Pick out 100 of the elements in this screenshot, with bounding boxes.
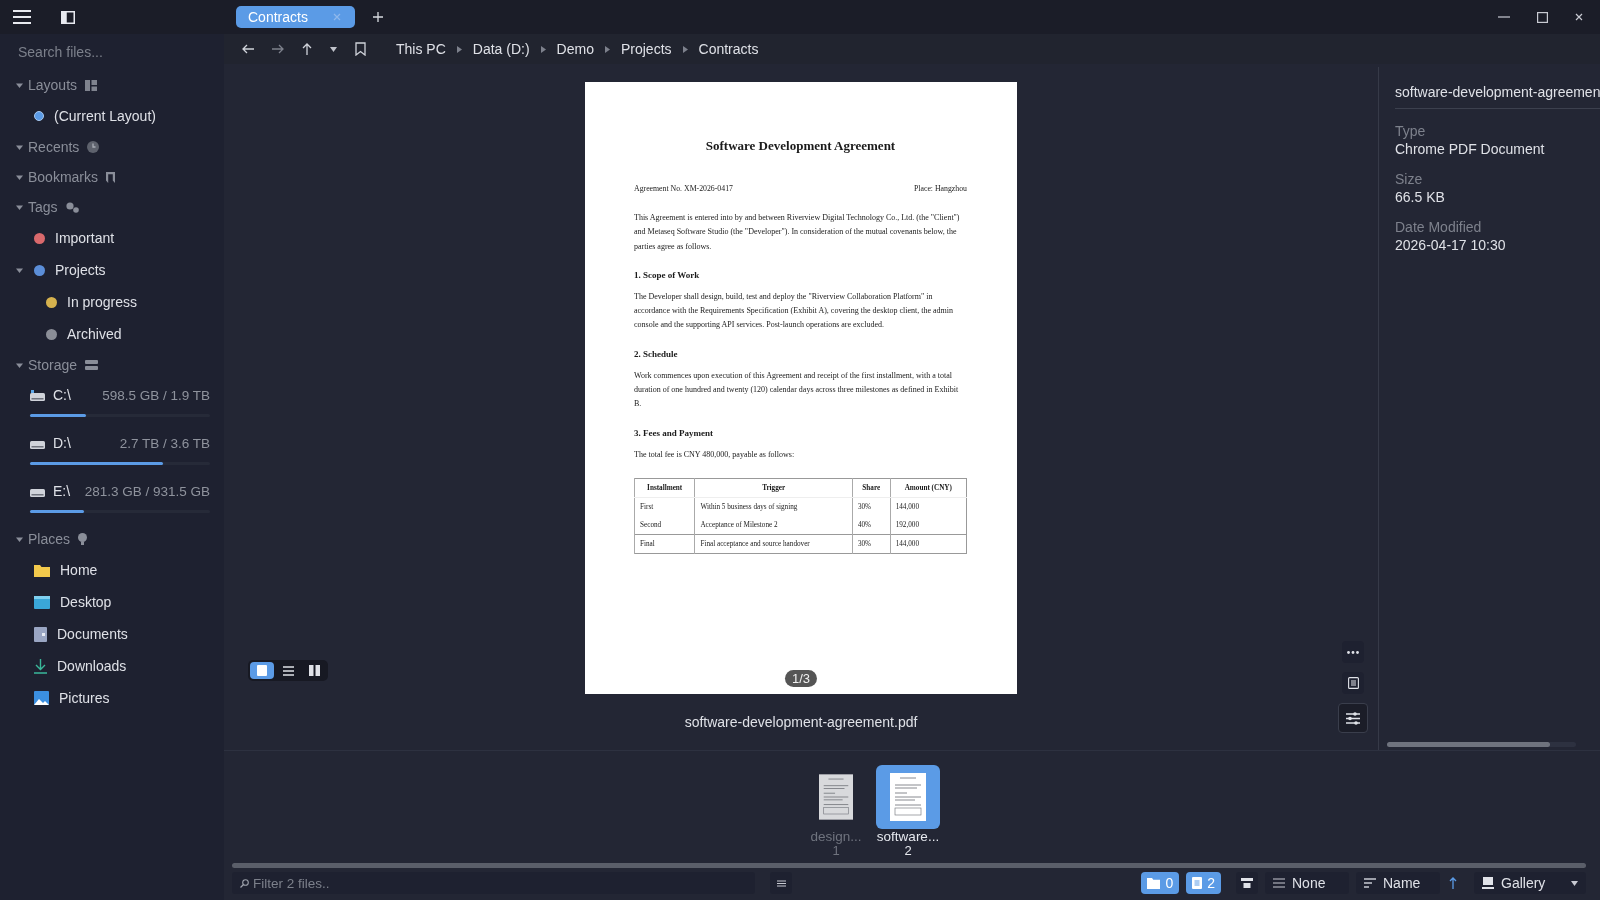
breadcrumb[interactable]: Data (D:) [472, 41, 530, 57]
section-title[interactable]: Recents [28, 139, 80, 155]
columns-icon [308, 665, 320, 676]
section-title[interactable]: Storage [28, 357, 78, 373]
sort-dropdown[interactable]: Name [1356, 872, 1440, 894]
tag-label[interactable]: Archived [67, 326, 122, 342]
filter-field[interactable]: Filter 2 files.. [232, 872, 755, 894]
view-dropdown[interactable]: Gallery [1474, 872, 1586, 894]
expanded-caret-icon[interactable] [16, 81, 23, 89]
thumbnail-label: design... [810, 829, 862, 844]
property-label: Date Modified [1395, 219, 1483, 235]
section-title[interactable]: Places [28, 531, 71, 547]
place-label: Downloads [57, 658, 127, 674]
tab-label: Contracts [248, 9, 308, 25]
paragraph: Work commences upon execution of this Agreement and receipt of the first installment, with a total duration of one hundred and twenty (120) calendar days across three milestones as defined in Exhibit B. [634, 369, 960, 411]
property-value: 66.5 KB [1395, 189, 1446, 205]
folder-icon [34, 563, 50, 577]
search-icon [240, 879, 249, 888]
drive-label[interactable]: E:\ [53, 483, 77, 499]
document-icon [34, 626, 47, 642]
adjust-button[interactable] [1338, 703, 1368, 733]
place-item[interactable]: Downloads [0, 650, 224, 682]
filter-icon [1241, 878, 1253, 888]
dropdown-caret-icon[interactable] [330, 46, 337, 52]
layout-item[interactable]: (Current Layout) [0, 100, 224, 132]
section-title[interactable]: Bookmarks [28, 169, 99, 185]
more-icon [1347, 650, 1359, 654]
expanded-caret-icon[interactable] [16, 203, 23, 211]
search-field[interactable]: Search files... [12, 40, 224, 64]
back-icon[interactable] [242, 44, 254, 54]
scrollbar[interactable] [232, 863, 1586, 868]
property-value: Chrome PDF Document [1395, 141, 1546, 157]
breadcrumb[interactable]: This PC [396, 41, 446, 57]
drive-label[interactable]: D:\ [53, 435, 112, 451]
radio-button[interactable] [34, 111, 44, 121]
expanded-caret-icon[interactable] [16, 535, 23, 543]
more-button[interactable] [1342, 641, 1364, 663]
expanded-caret-icon[interactable] [16, 173, 23, 181]
place-label: Documents [57, 626, 128, 642]
place-label: Home [60, 562, 98, 578]
single-page-icon [257, 665, 267, 676]
sort-ascending-icon[interactable] [1449, 877, 1457, 889]
section-title[interactable]: Layouts [28, 77, 78, 93]
place-item[interactable]: Pictures [0, 682, 224, 714]
drive-usage: 2.7 TB / 3.6 TB [119, 435, 210, 451]
forward-icon[interactable] [272, 44, 284, 54]
bookmark-icon[interactable] [355, 42, 366, 56]
details-button[interactable] [1342, 672, 1364, 694]
tag-label[interactable]: Important [55, 230, 115, 246]
tags-icon [65, 201, 79, 213]
place-item[interactable]: Home [0, 554, 224, 586]
breadcrumb[interactable]: Projects [620, 41, 672, 57]
page-indicator: 1/3 [784, 670, 818, 687]
thumbnail-label: software... [876, 829, 940, 844]
filter-button[interactable] [1236, 872, 1258, 894]
add-tab-icon[interactable] [373, 12, 383, 22]
menu-icon [776, 879, 786, 887]
place-item[interactable]: Documents [0, 618, 224, 650]
page-thumbnail-drawing [890, 773, 926, 821]
close-icon[interactable] [1575, 13, 1583, 21]
download-icon [34, 658, 47, 674]
breadcrumb[interactable]: Demo [556, 41, 594, 57]
document-title: Software Development Agreement [704, 138, 897, 154]
menu-icon[interactable] [13, 10, 31, 24]
chevron-icon [540, 45, 546, 53]
drive-icon [30, 389, 45, 401]
sidebar-toggle-icon[interactable] [61, 10, 75, 24]
view-mode-button[interactable] [250, 662, 274, 679]
layout-icon [85, 79, 98, 91]
place-item[interactable]: Desktop [0, 586, 224, 618]
gallery-icon [1482, 877, 1494, 889]
up-icon[interactable] [302, 43, 312, 55]
chevron-icon [456, 45, 462, 53]
breadcrumb[interactable]: Contracts [698, 41, 759, 57]
tag-label[interactable]: In progress [67, 294, 138, 310]
group-dropdown[interactable]: None [1265, 872, 1349, 894]
section-title[interactable]: Tags [28, 199, 58, 215]
section-heading: 1. Scope of Work [634, 269, 701, 280]
desktop-icon [34, 595, 50, 609]
place-label: Desktop [60, 594, 112, 610]
chevron-icon [604, 45, 610, 53]
chevron-icon [682, 45, 688, 53]
maximize-icon[interactable] [1537, 11, 1548, 23]
sliders-icon [1346, 711, 1360, 725]
caret-icon [1571, 880, 1578, 886]
drive-label[interactable]: C:\ [53, 387, 95, 403]
scrollbar[interactable] [1387, 742, 1576, 747]
options-button[interactable] [770, 872, 792, 894]
tag-label[interactable]: Projects [55, 262, 106, 278]
clock-icon [87, 141, 100, 153]
bookmark-icon [106, 171, 116, 183]
expanded-caret-icon[interactable] [16, 143, 23, 151]
expanded-caret-icon[interactable] [16, 361, 23, 369]
thumbnail-index: 1 [832, 844, 840, 857]
expanded-caret-icon[interactable] [16, 266, 23, 274]
thumbnail-index: 2 [904, 844, 912, 857]
property-label: Type [1395, 123, 1427, 139]
drive-usage: 281.3 GB / 931.5 GB [84, 483, 210, 499]
file-name: software-development-agreement.pdf [684, 714, 918, 730]
info-file-name: software-development-agreemen [1395, 84, 1600, 109]
